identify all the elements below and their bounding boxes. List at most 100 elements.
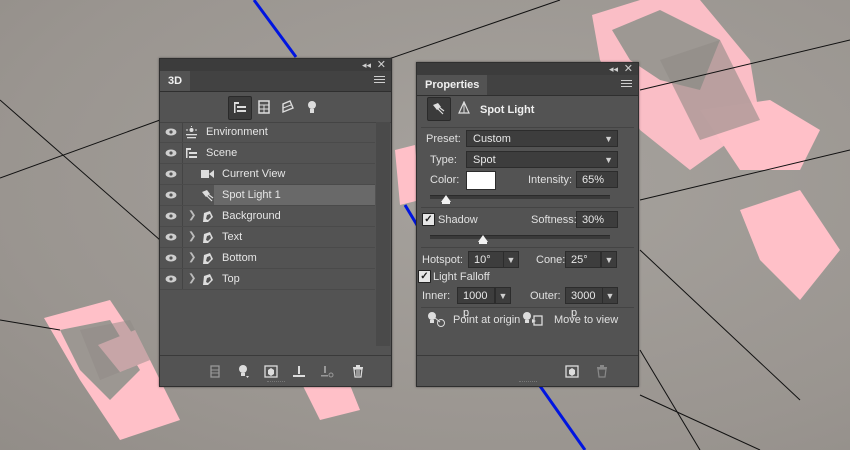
panel-tabbar: Properties xyxy=(417,75,638,96)
tab-3d[interactable]: 3D xyxy=(160,71,191,91)
hotspot-label: Hotspot: xyxy=(422,254,463,266)
outer-chevron-down-icon[interactable]: ▼ xyxy=(602,287,618,304)
mesh-icon xyxy=(200,230,214,244)
panel-menu-icon[interactable] xyxy=(621,80,632,89)
shadow-checkbox[interactable]: ✓ xyxy=(422,213,435,226)
resize-grip[interactable] xyxy=(266,381,285,385)
add-mesh-icon[interactable] xyxy=(564,363,580,379)
divider xyxy=(421,307,634,308)
chevron-right-icon[interactable]: ❯ xyxy=(188,273,196,284)
type-label: Type: xyxy=(430,154,457,166)
cone-chevron-down-icon[interactable]: ▼ xyxy=(601,251,617,268)
collapse-icon[interactable]: ◂◂ xyxy=(362,59,371,71)
softness-label: Softness: xyxy=(531,214,577,226)
cone-label: Cone: xyxy=(536,254,566,266)
cone-field[interactable]: 25° xyxy=(565,251,601,268)
scrollbar[interactable] xyxy=(376,122,390,346)
panel-menu-icon[interactable] xyxy=(374,76,385,85)
point-at-origin-button[interactable]: Point at origin xyxy=(427,311,521,329)
panel-bottom-toolbar xyxy=(417,355,638,386)
outer-field[interactable]: 3000 p xyxy=(565,287,603,319)
eye-icon[interactable] xyxy=(160,143,183,163)
eye-icon[interactable] xyxy=(160,227,183,247)
preset-value: Custom xyxy=(473,133,511,145)
chevron-right-icon[interactable]: ❯ xyxy=(188,252,196,263)
close-icon[interactable]: ✕ xyxy=(377,59,386,71)
softness-slider-thumb[interactable] xyxy=(478,235,488,244)
type-select[interactable]: Spot ▼ xyxy=(466,151,618,168)
layer-label: Environment xyxy=(206,126,268,138)
3d-panel: ◂◂ ✕ 3D Environment Scene Current View S… xyxy=(159,58,392,387)
point-origin-label: Point at origin xyxy=(453,314,521,326)
light-filter-icon[interactable] xyxy=(301,96,323,118)
chevron-right-icon[interactable]: ❯ xyxy=(188,231,196,242)
inner-field[interactable]: 1000 p xyxy=(457,287,495,319)
intensity-slider[interactable] xyxy=(430,195,610,199)
point-at-origin-icon xyxy=(428,312,445,327)
move-view-label: Move to view xyxy=(554,314,619,326)
close-icon[interactable]: ✕ xyxy=(624,63,633,75)
spot-light-icon[interactable] xyxy=(427,97,451,121)
trash-icon[interactable] xyxy=(594,363,610,379)
add-mesh-icon[interactable] xyxy=(263,363,279,379)
mesh-icon xyxy=(200,272,214,286)
falloff-checkbox[interactable]: ✓ xyxy=(418,270,431,283)
color-label: Color: xyxy=(430,174,460,186)
mesh-icon xyxy=(200,251,214,265)
list-item[interactable]: ❯ Bottom xyxy=(160,248,375,269)
chevron-right-icon[interactable]: ❯ xyxy=(188,210,196,221)
eye-icon[interactable] xyxy=(160,248,183,268)
softness-field[interactable]: 30% xyxy=(576,211,618,228)
list-item[interactable]: Scene xyxy=(160,143,375,164)
intensity-slider-thumb[interactable] xyxy=(441,195,451,204)
list-item[interactable]: Current View xyxy=(160,164,375,185)
scene-filter-icon[interactable] xyxy=(228,96,252,120)
outer-label: Outer: xyxy=(530,290,561,302)
hotspot-field[interactable]: 10° xyxy=(468,251,504,268)
preset-select[interactable]: Custom ▼ xyxy=(466,130,618,147)
preset-label: Preset: xyxy=(426,133,461,145)
list-item[interactable]: Environment xyxy=(160,122,375,143)
scene-icon xyxy=(184,146,198,160)
eye-icon[interactable] xyxy=(160,164,183,184)
color-swatch[interactable] xyxy=(466,171,496,190)
eye-icon[interactable] xyxy=(160,269,183,289)
panel-titlebar[interactable]: ◂◂ ✕ xyxy=(160,59,391,71)
tab-properties[interactable]: Properties xyxy=(417,75,488,95)
panel-tabbar: 3D xyxy=(160,71,391,92)
layer-label: Top xyxy=(222,273,240,285)
move-to-view-button[interactable]: Move to view xyxy=(522,311,622,329)
inner-chevron-down-icon[interactable]: ▼ xyxy=(495,287,511,304)
coordinates-icon[interactable] xyxy=(453,97,475,119)
list-item[interactable]: Spot Light 1 xyxy=(160,185,375,206)
eye-icon[interactable] xyxy=(160,206,183,226)
softness-slider[interactable] xyxy=(430,235,610,239)
eye-icon[interactable] xyxy=(160,122,183,142)
intensity-field[interactable]: 65% xyxy=(576,171,618,188)
eye-icon[interactable] xyxy=(160,185,183,205)
inner-label: Inner: xyxy=(422,290,451,302)
list-item[interactable]: ❯ Background xyxy=(160,206,375,227)
panel-titlebar[interactable]: ◂◂ ✕ xyxy=(417,63,638,75)
camera-icon xyxy=(200,167,214,181)
filter-toolbar xyxy=(160,92,391,123)
ground-icon[interactable] xyxy=(291,363,307,379)
list-item[interactable]: ❯ Text xyxy=(160,227,375,248)
layer-label: Current View xyxy=(222,168,286,180)
add-light-icon[interactable] xyxy=(235,363,251,379)
properties-title: Spot Light xyxy=(480,104,535,116)
light-to-origin-icon[interactable] xyxy=(319,363,335,379)
trash-icon[interactable] xyxy=(350,363,366,379)
collapse-icon[interactable]: ◂◂ xyxy=(609,63,618,75)
render-icon[interactable] xyxy=(207,363,223,379)
type-value: Spot xyxy=(473,154,496,166)
list-item[interactable]: ❯ Top xyxy=(160,269,375,290)
layer-label: Background xyxy=(222,210,281,222)
mesh-filter-icon[interactable] xyxy=(253,96,275,118)
hotspot-chevron-down-icon[interactable]: ▼ xyxy=(503,251,519,268)
divider xyxy=(421,207,634,208)
panel-bottom-toolbar xyxy=(160,355,391,386)
resize-grip[interactable] xyxy=(518,381,537,385)
material-filter-icon[interactable] xyxy=(277,96,299,118)
chevron-down-icon: ▼ xyxy=(604,134,613,144)
